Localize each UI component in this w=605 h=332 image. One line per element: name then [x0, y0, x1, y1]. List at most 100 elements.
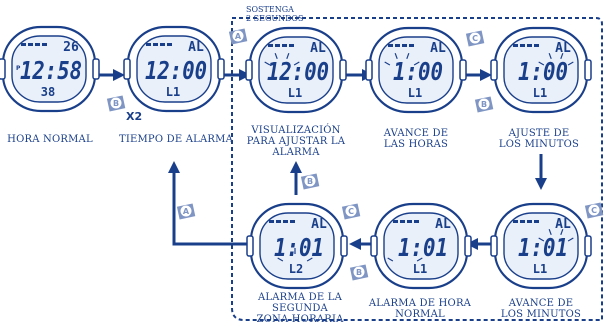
right-lug: [339, 59, 347, 81]
segment-block: [153, 43, 158, 46]
left-lug: [365, 59, 373, 81]
segment-block: [527, 220, 532, 223]
left-lug: [246, 235, 254, 257]
sub-readout: 38: [41, 85, 55, 99]
caption-normal-time: HORA NORMAL: [7, 134, 93, 145]
segment-block: [275, 44, 280, 47]
hold-note: SOSTENGA 2 SEGUNDOS: [246, 5, 304, 23]
segment-block: [534, 220, 539, 223]
watch-minute-advance: AL1:01L1: [490, 202, 592, 290]
button-letter: B: [113, 99, 119, 108]
segment-block: [289, 44, 294, 47]
button-letter: A: [235, 32, 242, 41]
segment-block: [42, 43, 47, 46]
indicator-text: AL: [188, 40, 204, 55]
segment-block: [388, 44, 393, 47]
indicator-text: AL: [311, 217, 327, 232]
caption-alarm-setting: VISUALIZACIÓN PARA AJUSTAR LA ALARMA: [246, 125, 346, 158]
watch-zone2-alarm: AL1:01L2: [246, 202, 348, 290]
segment-block: [282, 44, 287, 47]
segment-block: [269, 220, 274, 223]
sub-readout: L1: [533, 86, 547, 100]
segment-block: [520, 220, 525, 223]
button-b-badge: B: [106, 95, 126, 112]
segment-block: [35, 43, 40, 46]
watch-hour-advance: AL1:00L1: [365, 26, 467, 114]
button-c-badge: C: [465, 30, 485, 47]
caption-minute-advance: AVANCE DE LOS MINUTOS: [500, 298, 582, 320]
sub-readout: L1: [288, 86, 302, 100]
time-readout: 1:00: [393, 57, 443, 86]
sub-readout: L1: [166, 85, 180, 99]
segment-block: [414, 220, 419, 223]
button-letter: C: [348, 207, 354, 216]
caption-minute-set: AJUSTE DE LOS MINUTOS: [498, 128, 580, 150]
right-lug: [464, 235, 472, 257]
segment-block: [400, 220, 405, 223]
button-c-badge: C: [584, 202, 604, 219]
watch-alarm-time: AL12:00L1: [123, 25, 225, 113]
segment-block: [167, 43, 172, 46]
button-letter: A: [183, 207, 190, 216]
press-twice-label: X2: [126, 110, 143, 123]
button-b-badge: B: [349, 264, 369, 281]
indicator-text: AL: [430, 41, 446, 56]
right-lug: [584, 59, 592, 81]
segment-block: [520, 44, 525, 47]
time-readout: 1:01: [274, 233, 324, 262]
diagram-canvas: 26P 12:5838AL12:00L1AL12:00L1AL1:00L1AL1:…: [0, 17, 604, 321]
segment-block: [513, 220, 518, 223]
sub-readout: L1: [408, 86, 422, 100]
time-readout: 1:01: [518, 233, 568, 262]
time-readout: 12:00: [267, 57, 329, 86]
left-lug: [123, 58, 131, 80]
button-letter: C: [472, 34, 478, 43]
button-b-badge: B: [300, 173, 320, 190]
button-letter: B: [356, 268, 362, 277]
segment-block: [393, 220, 398, 223]
right-lug: [584, 235, 592, 257]
segment-block: [146, 43, 151, 46]
right-lug: [217, 58, 225, 80]
caption-normal-alarm: ALARMA DE HORA NORMAL: [368, 298, 472, 320]
left-lug: [490, 235, 498, 257]
time-readout: 1:00: [518, 57, 568, 86]
segment-block: [160, 43, 165, 46]
time-readout: 1:01: [398, 233, 448, 262]
button-letter: C: [591, 206, 597, 215]
sub-readout: L2: [289, 262, 303, 276]
segment-block: [409, 44, 414, 47]
segment-block: [513, 44, 518, 47]
segment-block: [527, 44, 532, 47]
caption-hour-advance: AVANCE DE LAS HORAS: [383, 128, 449, 150]
segment-block: [268, 44, 273, 47]
segment-block: [290, 220, 295, 223]
segment-block: [407, 220, 412, 223]
segment-block: [402, 44, 407, 47]
segment-block: [534, 44, 539, 47]
segment-block: [395, 44, 400, 47]
sub-readout: L1: [533, 262, 547, 276]
segment-block: [28, 43, 33, 46]
time-readout: 12:00: [145, 56, 207, 85]
caption-zone2-alarm: ALARMA DE LA SEGUNDA ZONA HORARIA: [256, 292, 344, 325]
button-letter: B: [481, 100, 487, 109]
left-lug: [370, 235, 378, 257]
button-letter: B: [307, 177, 313, 186]
watch-alarm-setting: AL12:00L1: [245, 26, 347, 114]
indicator-text: AL: [310, 41, 326, 56]
button-a-badge: A: [176, 203, 196, 220]
left-lug: [245, 59, 253, 81]
sub-readout: L1: [413, 262, 427, 276]
watch-minute-set: AL1:00L1: [490, 26, 592, 114]
time-readout: 12:58: [20, 56, 82, 85]
segment-block: [21, 43, 26, 46]
button-c-badge: C: [341, 203, 361, 220]
watch-normal-time: 26P 12:5838: [0, 25, 100, 113]
indicator-text: 26: [63, 40, 79, 55]
diagram: 26 P 12:58 38 AL 12:00 L1 AL 12:00 L1 AL 1:00 L1 AL 1:…: [0, 0, 605, 327]
segment-block: [276, 220, 281, 223]
right-lug: [459, 59, 467, 81]
segment-block: [283, 220, 288, 223]
caption-alarm-time: TIEMPO DE ALARMA: [118, 134, 234, 145]
